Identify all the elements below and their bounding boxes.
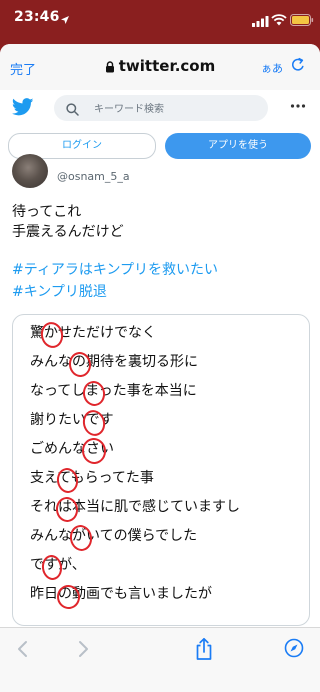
user-handle[interactable]: @osnam_5_a xyxy=(57,170,130,183)
location-arrow-icon xyxy=(60,10,70,29)
reload-icon[interactable] xyxy=(290,57,306,77)
status-bar: 23:46 xyxy=(0,0,320,36)
safari-nav-bar: 完了 twitter.com ぁあ xyxy=(0,44,320,91)
url-text: twitter.com xyxy=(118,57,216,75)
compass-icon[interactable] xyxy=(284,638,304,662)
status-time: 23:46 xyxy=(14,9,60,25)
search-icon xyxy=(66,101,79,120)
back-icon[interactable] xyxy=(16,640,30,662)
tweet-text-line: 手震えるんだけど xyxy=(12,224,124,240)
forward-icon[interactable] xyxy=(76,640,90,662)
hashtag-link[interactable]: #キンプリ脱退 xyxy=(12,281,218,303)
reader-text-size-button[interactable]: ぁあ xyxy=(261,60,283,76)
search-input[interactable] xyxy=(92,99,266,119)
browser-sheet: 完了 twitter.com ぁあ キーワード検索 ログイン アプリを使う @o… xyxy=(0,44,320,692)
open-app-button[interactable]: アプリを使う xyxy=(165,133,311,159)
image-text-line: みんなの期待を裏切る形に xyxy=(30,354,198,370)
more-options-icon[interactable] xyxy=(290,98,306,118)
lock-icon xyxy=(105,59,115,77)
twitter-header xyxy=(0,90,320,126)
tweet-text: 待ってこれ 手震えるんだけど xyxy=(12,202,124,242)
battery-icon xyxy=(290,11,314,30)
avatar[interactable] xyxy=(12,154,48,188)
image-text-line: みんながいての僕らでした xyxy=(30,528,198,544)
login-row: ログイン アプリを使う xyxy=(0,130,320,160)
safari-bottom-toolbar xyxy=(0,627,320,692)
wifi-icon xyxy=(271,11,287,30)
hashtag-list: #ティアラはキンプリを救いたい #キンプリ脱退 xyxy=(12,259,218,303)
cellular-signal-icon xyxy=(252,12,269,31)
twitter-bird-icon[interactable] xyxy=(11,98,34,120)
image-text-line: ごめんなさい xyxy=(30,441,114,457)
image-text-line: なってしまった事を本当に xyxy=(30,383,197,399)
share-icon[interactable] xyxy=(194,637,214,665)
tweet-image-card[interactable]: 驚かせただけでなく みんなの期待を裏切る形に なってしまった事を本当に 謝りたい… xyxy=(12,314,310,626)
tweet-text-line: 待ってこれ xyxy=(12,204,82,220)
search-box[interactable] xyxy=(54,95,268,121)
image-text-line: 謝りたいです xyxy=(30,412,114,428)
hashtag-link[interactable]: #ティアラはキンプリを救いたい xyxy=(12,259,218,281)
